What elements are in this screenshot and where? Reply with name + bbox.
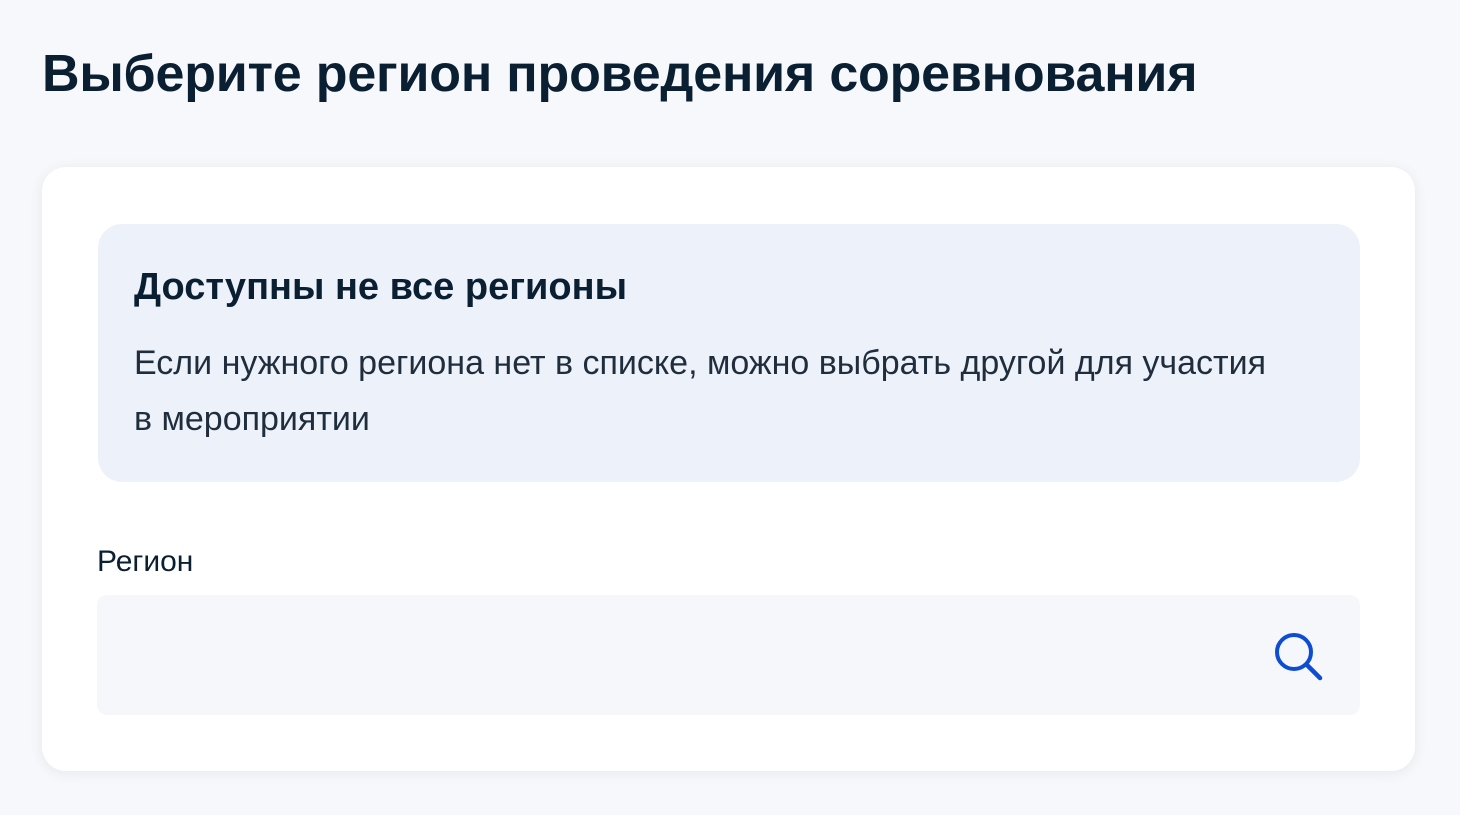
notice-title: Доступны не все регионы (134, 266, 628, 308)
region-selection-card: Доступны не все регионы Если нужного рег… (42, 167, 1415, 771)
search-icon[interactable] (1272, 630, 1324, 682)
info-notice: Доступны не все регионы Если нужного рег… (98, 224, 1360, 482)
page-title: Выберите регион проведения соревнования (42, 45, 1198, 103)
notice-text: Если нужного региона нет в списке, можно… (134, 344, 1267, 438)
region-search-input[interactable] (97, 595, 1247, 715)
region-field-label: Регион (97, 545, 194, 578)
region-search-field[interactable] (97, 595, 1360, 715)
